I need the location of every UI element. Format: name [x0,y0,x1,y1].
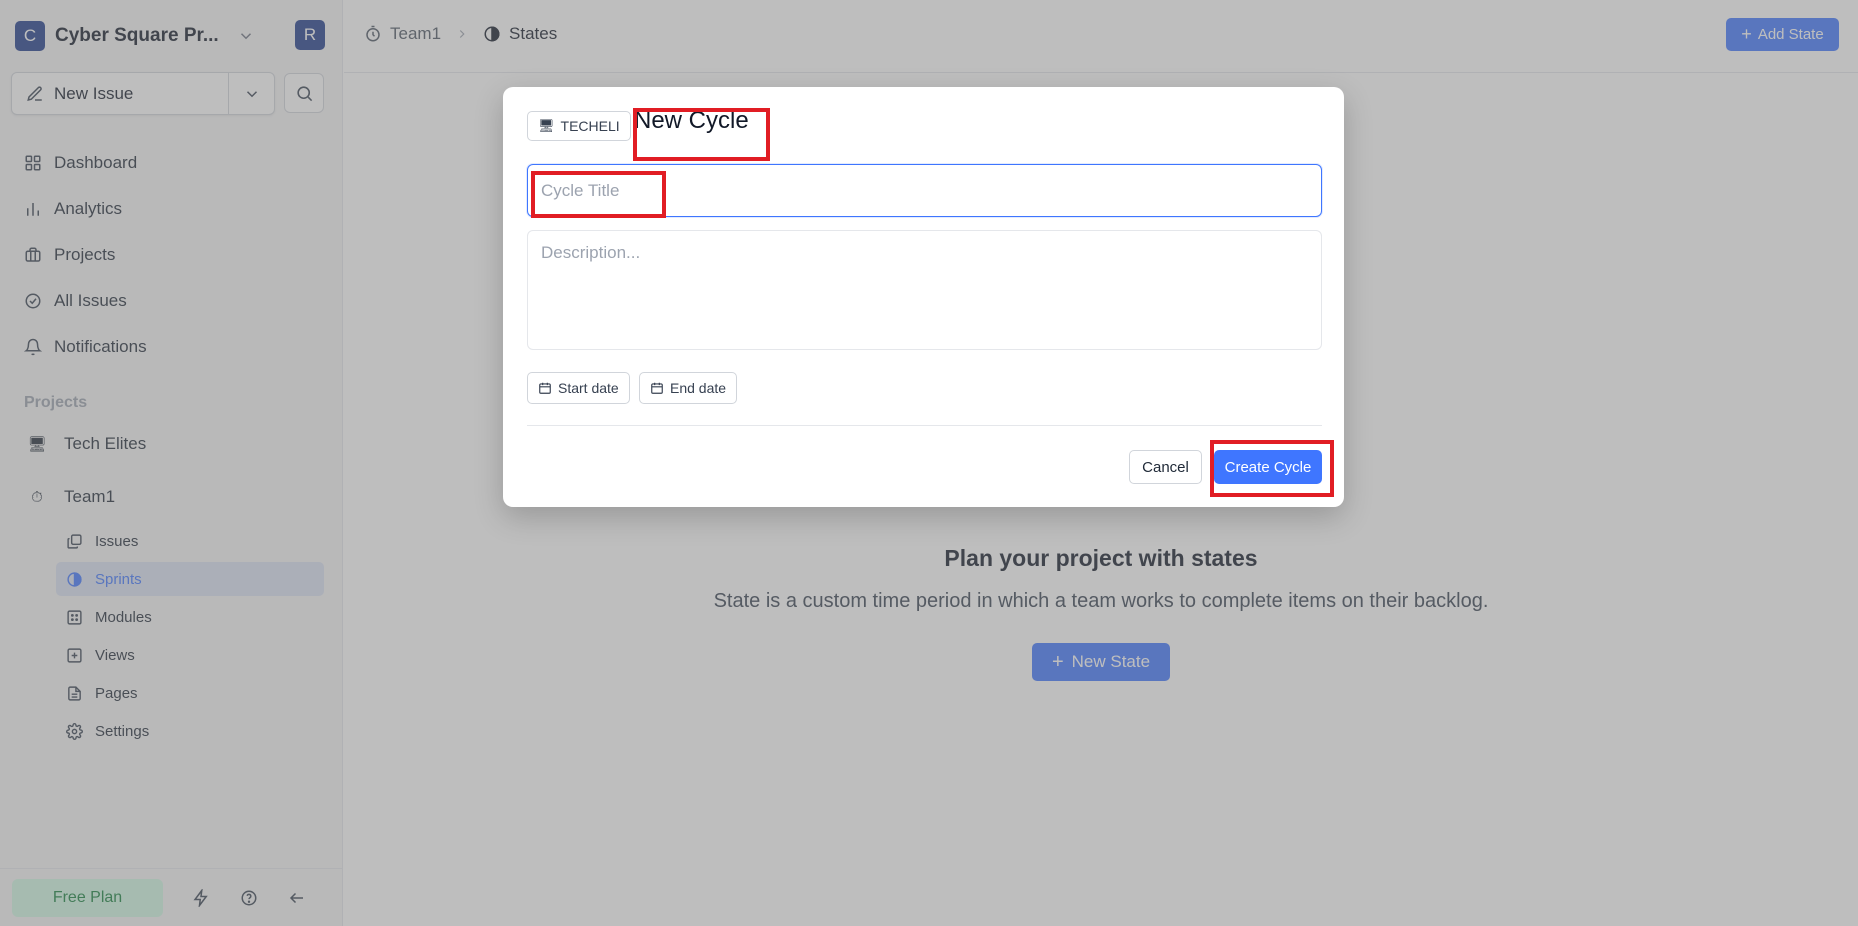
calendar-icon [651,382,663,394]
description-input[interactable] [527,230,1322,350]
monitor-emoji-icon: 🖥 [538,118,555,133]
modal-divider [527,425,1322,426]
calendar-icon [539,382,551,394]
project-chip-label: TECHELI [560,118,620,134]
create-cycle-button[interactable]: Create Cycle [1214,450,1322,484]
project-selector[interactable]: 🖥 TECHELI [527,111,631,141]
end-date-label: End date [670,380,727,396]
start-date-label: Start date [558,380,619,396]
start-date-button[interactable]: Start date [527,372,630,404]
cancel-button[interactable]: Cancel [1129,450,1202,484]
new-cycle-modal: 🖥 TECHELI New Cycle Start date End date … [503,87,1344,507]
cycle-title-input[interactable] [527,164,1322,217]
end-date-button[interactable]: End date [639,372,738,404]
modal-title: New Cycle [634,107,749,134]
